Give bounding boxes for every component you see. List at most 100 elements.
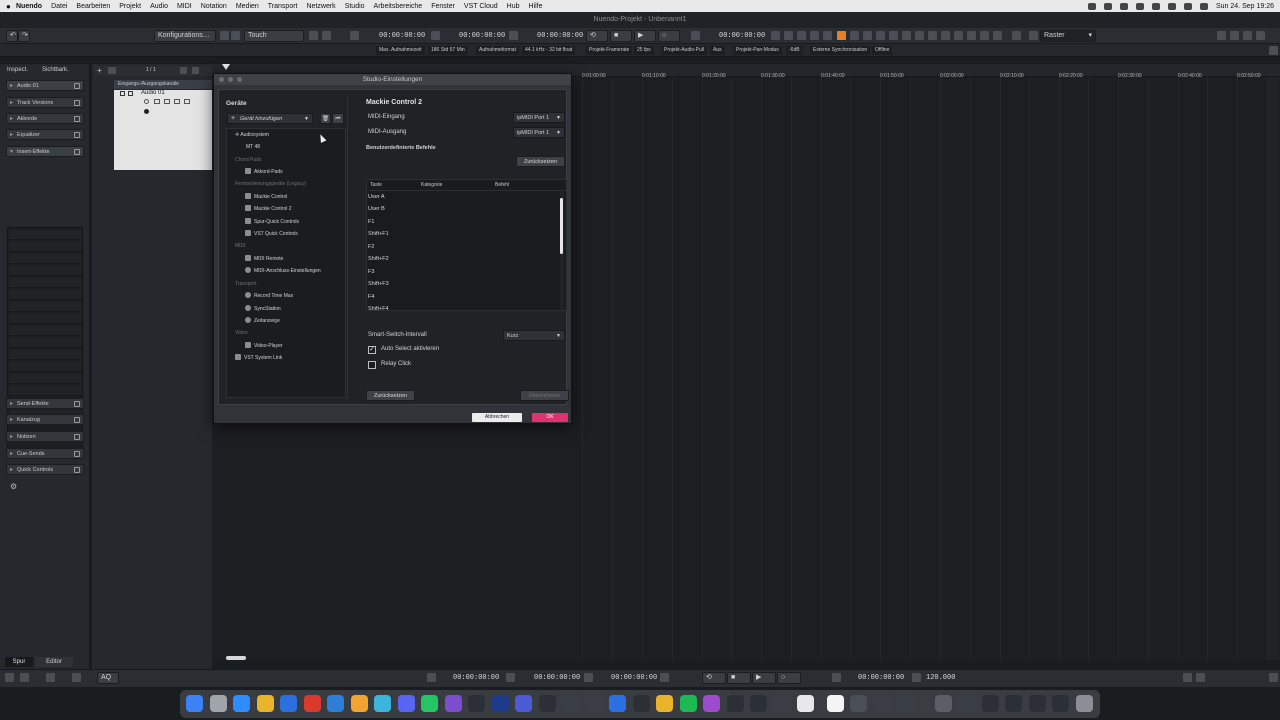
dialog-titlebar[interactable]: Studio-Einstellungen — [214, 74, 571, 85]
undo-icon[interactable]: ↶ — [6, 30, 18, 42]
locator-right-icon[interactable] — [506, 673, 515, 682]
project-framerate-value[interactable]: 25 fps — [634, 46, 654, 55]
app-icon[interactable] — [750, 695, 767, 712]
podcasts-icon[interactable] — [703, 695, 720, 712]
app-icon[interactable] — [374, 695, 391, 712]
menu-datei[interactable]: Datei — [51, 3, 67, 10]
column-header-command[interactable]: Befehl — [495, 182, 509, 188]
configurations-dropdown[interactable]: Konfigurations… — [154, 30, 216, 42]
insert-slot[interactable] — [10, 386, 82, 396]
locator-right-icon[interactable] — [431, 31, 440, 40]
tree-item-mackie-control-2[interactable]: Mackie Control 2 — [245, 205, 292, 213]
status-icon[interactable] — [1088, 2, 1096, 10]
table-scrollbar-thumb[interactable] — [560, 198, 563, 254]
auto-select-checkbox[interactable]: ✓ — [368, 346, 376, 354]
right-locator-time[interactable]: 00:00:00:00 — [534, 672, 580, 684]
column-header-key[interactable]: Taste — [370, 182, 382, 188]
tree-item-track-quick-controls[interactable]: Spur-Quick Controls — [245, 218, 299, 226]
app-icon[interactable] — [935, 695, 952, 712]
app-icon[interactable] — [727, 695, 744, 712]
app-icon[interactable] — [958, 695, 975, 712]
tool-icon[interactable] — [1183, 673, 1192, 682]
menu-bearbeiten[interactable]: Bearbeiten — [76, 3, 110, 10]
range-tool-icon[interactable] — [850, 31, 859, 40]
menu-medien[interactable]: Medien — [236, 3, 259, 10]
menu-arbeitsbereiche[interactable]: Arbeitsbereiche — [374, 3, 423, 10]
photoshop-icon[interactable] — [492, 695, 509, 712]
inspector-section-track-versions[interactable]: ▸ Track Versions — [6, 97, 84, 108]
smart-switch-dropdown[interactable]: Kurz ▼ — [503, 330, 565, 341]
tree-item-video-player[interactable]: Video-Player — [245, 342, 283, 350]
tree-item-midi-remote[interactable]: MIDI Remote — [245, 255, 283, 263]
tool-icon[interactable] — [967, 31, 976, 40]
inspector-section-equalizer[interactable]: ▸ Equalizer — [6, 129, 84, 140]
insert-slot[interactable] — [10, 290, 82, 300]
status-icon[interactable] — [1104, 2, 1112, 10]
tree-item-syncstation[interactable]: SyncStation — [245, 305, 281, 313]
menu-hilfe[interactable]: Hilfe — [529, 3, 543, 10]
column-header-category[interactable]: Kategorie — [421, 182, 442, 188]
table-row[interactable]: Shift+F3 — [368, 281, 389, 287]
menu-midi[interactable]: MIDI — [177, 3, 192, 10]
layout-icon[interactable] — [220, 31, 229, 40]
app-icon[interactable] — [1029, 695, 1046, 712]
menu-notation[interactable]: Notation — [201, 3, 227, 10]
right-locator-time[interactable]: 00:00:00:00 — [459, 30, 505, 42]
inspector-section-inserts[interactable]: ▾ Insert-Effekte — [6, 146, 84, 157]
table-row[interactable]: User A — [368, 194, 385, 200]
minimize-window-icon[interactable] — [228, 77, 233, 82]
tool-icon[interactable] — [980, 31, 989, 40]
whatsapp-icon[interactable] — [421, 695, 438, 712]
read-automation-icon[interactable] — [164, 99, 170, 104]
external-sync-value[interactable]: Offline — [872, 46, 893, 55]
cancel-button[interactable]: Abbrechen — [472, 413, 522, 422]
stop-button[interactable]: ■ — [610, 30, 632, 42]
tool-icon[interactable] — [810, 31, 819, 40]
inspector-section-notes[interactable]: ▸ Notizen — [6, 431, 84, 442]
tree-item-audio-system[interactable]: ✛ Audiosystem — [235, 131, 269, 139]
add-device-dropdown[interactable]: + Gerät hinzufügen ▼ — [227, 113, 313, 124]
app-icon[interactable] — [445, 695, 462, 712]
menu-projekt[interactable]: Projekt — [119, 3, 141, 10]
chevron-down-icon[interactable] — [46, 673, 55, 682]
status-icon[interactable] — [1120, 2, 1128, 10]
auto-quantize-button[interactable]: AQ — [97, 672, 119, 684]
play-button[interactable]: ▶ — [752, 672, 776, 684]
insert-slot[interactable] — [10, 230, 82, 240]
app-icon[interactable] — [304, 695, 321, 712]
cycle-button[interactable]: ⟲ — [586, 30, 608, 42]
snap-icon[interactable] — [1012, 31, 1021, 40]
tree-item-mackie-control[interactable]: Mackie Control — [245, 193, 287, 201]
status-icon[interactable] — [1136, 2, 1144, 10]
table-row[interactable]: Shift+F4 — [368, 306, 389, 312]
redo-icon[interactable]: ↷ — [18, 30, 30, 42]
zoom-window-icon[interactable] — [237, 77, 242, 82]
tree-item-time-display[interactable]: Zeitanzeige — [245, 317, 280, 325]
finder-icon[interactable] — [186, 695, 203, 712]
eraser-tool-icon[interactable] — [889, 31, 898, 40]
record-mode-icon[interactable] — [20, 673, 29, 682]
time-display-icon[interactable] — [832, 673, 841, 682]
show-right-zone-icon[interactable] — [1243, 31, 1252, 40]
tab-inspector[interactable]: Inspect. — [7, 66, 28, 75]
apple-menu-icon[interactable]: ● — [6, 2, 16, 11]
edit-channel-icon[interactable] — [184, 99, 190, 104]
app-icon[interactable] — [562, 695, 579, 712]
launchpad-icon[interactable] — [210, 695, 227, 712]
ok-button[interactable]: OK — [532, 413, 568, 422]
track-name[interactable]: Audio 01 — [141, 90, 165, 96]
time-display-icon[interactable] — [691, 31, 700, 40]
track-type-icon[interactable] — [108, 67, 116, 74]
chrome-icon[interactable] — [257, 695, 274, 712]
search-icon[interactable] — [1184, 2, 1192, 10]
insert-slot[interactable] — [10, 326, 82, 336]
pencil-tool-icon[interactable] — [876, 31, 885, 40]
app-icon[interactable] — [515, 695, 532, 712]
close-icon[interactable] — [928, 31, 937, 40]
tempo-track-icon[interactable] — [912, 673, 921, 682]
punch-icon[interactable] — [584, 673, 593, 682]
gear-icon[interactable] — [823, 31, 832, 40]
table-row[interactable]: Shift+F2 — [368, 256, 389, 262]
play-button[interactable]: ▶ — [634, 30, 656, 42]
midi-output-dropdown[interactable]: ipMIDI Port 1 ▼ — [513, 127, 565, 138]
